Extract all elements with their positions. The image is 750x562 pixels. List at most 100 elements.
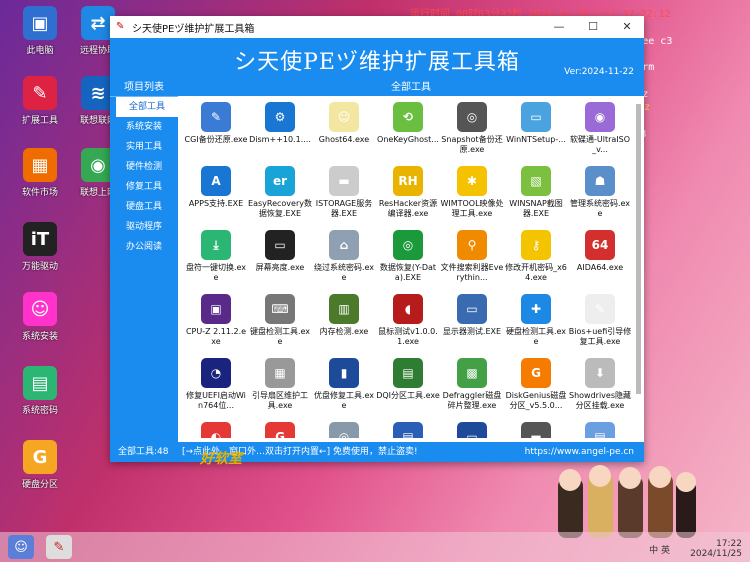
desktop-icon-driver[interactable]: iT 万能驱动 <box>8 222 72 272</box>
tool-item[interactable]: ◎ <box>312 418 376 438</box>
desktop-icon-label: 软件市场 <box>21 188 58 198</box>
tool-item[interactable]: ⟲ OneKeyGhost... <box>376 98 440 162</box>
tool-item[interactable]: ◉ 软碟通-UltraISO_v... <box>568 98 632 162</box>
tool-item[interactable]: ▤ <box>568 418 632 438</box>
tool-count: 全部工具:48 <box>118 447 169 457</box>
vertical-scrollbar[interactable] <box>636 100 642 400</box>
desktop-icon-password[interactable]: ▤ 系统密码 <box>8 366 72 416</box>
tool-icon: ▬ <box>329 166 359 196</box>
sidebar-item[interactable]: 硬盘工具 <box>110 197 178 217</box>
watermark-logo: 好软室 <box>200 451 242 467</box>
tool-icon: ▭ <box>265 230 295 260</box>
app-icon: ✎ <box>116 21 125 32</box>
tool-item[interactable]: ⌨ 键盘检测工具.exe <box>248 290 312 354</box>
tool-item[interactable]: ▭ 显示器测试.EXE <box>440 290 504 354</box>
tool-item[interactable]: ▥ 内存检测.exe <box>312 290 376 354</box>
tool-label: WIMTOOL映像处理工具.exe <box>440 199 504 218</box>
install-icon: ☺ <box>23 292 57 326</box>
toolbox-window: ✎ シ天使PEヅ维护扩展工具箱 — ☐ ✕ シ天使PEヅ维护扩展工具箱 Ver:… <box>110 16 644 462</box>
sidebar-item[interactable]: 驱动程序 <box>110 217 178 237</box>
clock-date: 2024/11/25 <box>690 549 742 559</box>
tray-ime[interactable]: 中 英 <box>649 543 670 556</box>
tool-label: APPS支持.EXE <box>188 199 244 208</box>
tool-item[interactable]: ▤ <box>376 418 440 438</box>
tool-label: CGI备份还原.exe <box>184 135 248 144</box>
close-button[interactable]: ✕ <box>610 16 644 38</box>
tool-item[interactable]: ☗ 管理系统密码.exe <box>568 162 632 226</box>
tool-item[interactable]: ⤓ 盘符一键切换.exe <box>184 226 248 290</box>
tool-item[interactable]: ▣ CPU-Z 2.11.2.exe <box>184 290 248 354</box>
tool-label: 引导扇区维护工具.exe <box>252 391 308 410</box>
tool-label: 管理系统密码.exe <box>569 199 631 218</box>
tool-item[interactable]: ✎ CGI备份还原.exe <box>184 98 248 162</box>
tool-label: DQI分区工具.exe <box>376 391 440 400</box>
tool-item[interactable]: ▬ ISTORAGE服务器.EXE <box>312 162 376 226</box>
tool-item[interactable]: RH ResHacker资源编译器.exe <box>376 162 440 226</box>
tool-item[interactable]: ▤ DQI分区工具.exe <box>376 354 440 418</box>
tool-item[interactable]: ◎ 数据恢复(Y-Data).EXE <box>376 226 440 290</box>
sidebar-header: 项目列表 <box>110 80 178 97</box>
tool-item[interactable]: ▮ 优盘修复工具.exe <box>312 354 376 418</box>
sidebar-item[interactable]: 实用工具 <box>110 137 178 157</box>
tool-icon: ☺ <box>329 102 359 132</box>
tool-item[interactable]: ▧ WINSNAP截图器.EXE <box>504 162 568 226</box>
tool-icon: ◎ <box>393 230 423 260</box>
tool-item[interactable]: A APPS支持.EXE <box>184 162 248 226</box>
tool-icon: er <box>265 166 295 196</box>
tool-item[interactable]: ◖ 鼠标测试v1.0.0.1.exe <box>376 290 440 354</box>
tool-icon: ◔ <box>201 358 231 388</box>
anime-characters-decoration <box>558 465 696 538</box>
desktop-icon-tools[interactable]: ✎ 扩展工具 <box>8 76 72 126</box>
category-sidebar: 项目列表 全部工具 系统安装 实用工具 硬件检测 修复工具 硬盘工具 驱动程序 办公阅读 <box>110 80 178 442</box>
tool-item[interactable]: ◐ <box>184 418 248 438</box>
sidebar-item[interactable]: 修复工具 <box>110 177 178 197</box>
tool-label: CPU-Z 2.11.2.exe <box>185 327 247 346</box>
desktop-icon-partition[interactable]: G 硬盘分区 <box>8 440 72 490</box>
scrollbar-thumb[interactable] <box>636 104 641 394</box>
tool-item[interactable]: er EasyRecovery数据恢复.EXE <box>248 162 312 226</box>
tool-item[interactable]: ▭ 屏幕亮度.exe <box>248 226 312 290</box>
sidebar-item[interactable]: 系统安装 <box>110 117 178 137</box>
tool-item[interactable]: ⚲ 文件搜索利器Everythin... <box>440 226 504 290</box>
start-button[interactable]: ☺ <box>8 535 34 559</box>
tool-item[interactable]: ▬ <box>504 418 568 438</box>
tool-icon: ◎ <box>457 102 487 132</box>
tool-item[interactable]: ▩ Defraggler磁盘碎片整理.exe <box>440 354 504 418</box>
tool-item[interactable]: 64 AIDA64.exe <box>568 226 632 290</box>
desktop-icon-monitor[interactable]: ▣ 此电脑 <box>8 6 72 56</box>
taskbar-toolbox-icon[interactable]: ✎ <box>46 535 72 559</box>
tool-item[interactable]: ⚙ Dism++10.1.... <box>248 98 312 162</box>
sidebar-item[interactable]: 办公阅读 <box>110 237 178 257</box>
maximize-button[interactable]: ☐ <box>576 16 610 38</box>
tool-item[interactable]: ⬇ Showdrives隐藏分区挂载.exe <box>568 354 632 418</box>
tool-item[interactable]: ✎ Bios+uefi引导修复工具.exe <box>568 290 632 354</box>
tool-icon: ◐ <box>201 422 231 438</box>
tool-item[interactable]: ⌂ 绕过系统密码.exe <box>312 226 376 290</box>
tool-item[interactable]: ▭ WinNTSetup-... <box>504 98 568 162</box>
tool-item[interactable]: ◔ 修复UEFI启动Win764位... <box>184 354 248 418</box>
tool-icon: ⟲ <box>393 102 423 132</box>
tool-item[interactable]: ☺ Ghost64.exe <box>312 98 376 162</box>
desktop-icon-install[interactable]: ☺ 系统安装 <box>8 292 72 342</box>
tool-icon: ⌂ <box>329 230 359 260</box>
tool-icon: ◉ <box>585 102 615 132</box>
tool-item[interactable]: ▭ <box>440 418 504 438</box>
desktop-icon-store[interactable]: ▦ 软件市场 <box>8 148 72 198</box>
minimize-button[interactable]: — <box>542 16 576 38</box>
sidebar-item[interactable]: 全部工具 <box>116 97 178 117</box>
tool-label: 鼠标测试v1.0.0.1.exe <box>378 327 438 346</box>
window-title: シ天使PEヅ维护扩展工具箱 <box>132 23 255 35</box>
sidebar-item[interactable]: 硬件检测 <box>110 157 178 177</box>
tool-item[interactable]: ✚ 硬盘检测工具.exe <box>504 290 568 354</box>
system-clock[interactable]: 17:22 2024/11/25 <box>690 539 742 559</box>
tool-icon: ▤ <box>585 422 615 438</box>
tool-item[interactable]: ⚷ 修改开机密码_x64.exe <box>504 226 568 290</box>
tool-item[interactable]: G <box>248 418 312 438</box>
tool-item[interactable]: ▦ 引导扇区维护工具.exe <box>248 354 312 418</box>
window-titlebar[interactable]: ✎ シ天使PEヅ维护扩展工具箱 — ☐ ✕ <box>110 16 644 38</box>
tool-item[interactable]: ✱ WIMTOOL映像处理工具.exe <box>440 162 504 226</box>
tool-item[interactable]: ◎ Snapshot备份还原.exe <box>440 98 504 162</box>
clock-time: 17:22 <box>716 539 742 549</box>
tool-item[interactable]: G DiskGenius磁盘分区_v5.5.0... <box>504 354 568 418</box>
tools-grid: ✎ CGI备份还原.exe ⚙ Dism++10.1.... ☺ Ghost64.exe ⟲… <box>184 98 636 438</box>
